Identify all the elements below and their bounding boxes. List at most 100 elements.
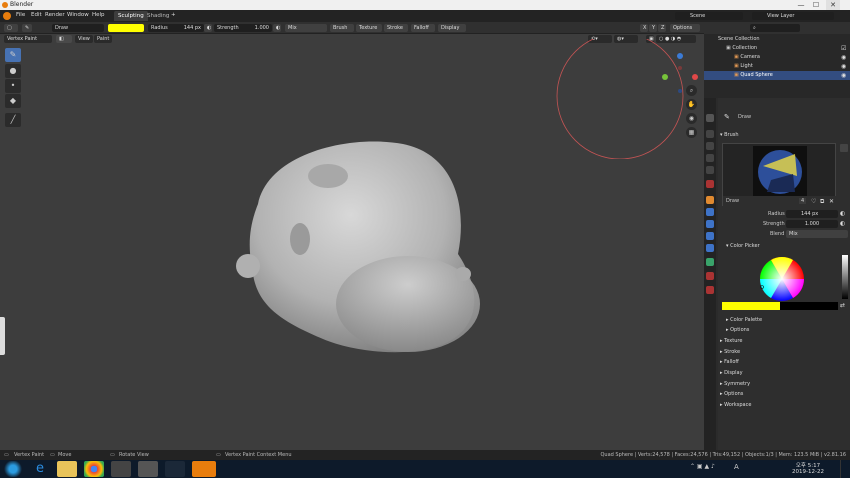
view-menu[interactable]: View bbox=[75, 35, 93, 43]
panel-stroke[interactable]: ▸ Stroke bbox=[720, 349, 740, 355]
menu-render[interactable]: Render bbox=[45, 12, 65, 18]
panel-symmetry[interactable]: ▸ Symmetry bbox=[720, 381, 750, 387]
duplicate-icon[interactable]: ⧉ bbox=[820, 198, 824, 206]
scene-collection-row[interactable]: Scene Collection bbox=[718, 35, 850, 44]
brush-preview-box[interactable]: Draw 4 ♡ ⧉ ✕ bbox=[722, 143, 837, 206]
panel-texture[interactable]: ▸ Texture bbox=[720, 338, 742, 344]
quad-sphere-mesh[interactable] bbox=[228, 134, 488, 359]
menu-help[interactable]: Help bbox=[92, 12, 105, 18]
brush-menu[interactable]: Brush bbox=[330, 24, 354, 32]
internet-explorer-icon[interactable]: e bbox=[30, 461, 50, 477]
gizmo-x-axis[interactable] bbox=[692, 74, 698, 80]
collection-checkbox-icon[interactable]: ☑ bbox=[841, 45, 846, 52]
primary-color-swatch[interactable] bbox=[722, 302, 780, 310]
output-tab-icon[interactable] bbox=[706, 142, 714, 150]
color-palette-header[interactable]: ▸ Color Palette bbox=[726, 317, 762, 323]
file-explorer-icon[interactable] bbox=[57, 461, 77, 477]
panel-workspace[interactable]: ▸ Workspace bbox=[720, 402, 751, 408]
blend-dropdown[interactable]: Mix bbox=[285, 24, 327, 32]
draw-tool-icon[interactable]: ✎ bbox=[5, 48, 21, 62]
axis-x-toggle[interactable]: X bbox=[640, 24, 648, 32]
world-tab-icon[interactable] bbox=[706, 180, 714, 188]
color-wheel[interactable] bbox=[758, 255, 806, 303]
texture-tab-icon[interactable] bbox=[706, 286, 714, 294]
options-menu[interactable]: Options bbox=[670, 24, 700, 32]
editor-type-icon[interactable]: ▢ bbox=[4, 24, 18, 32]
steam-icon[interactable] bbox=[165, 461, 185, 477]
menu-window[interactable]: Window bbox=[67, 12, 89, 18]
blur-tool-icon[interactable]: ● bbox=[5, 64, 21, 78]
panel-falloff[interactable]: ▸ Falloff bbox=[720, 359, 739, 365]
blend-dropdown[interactable]: Mix bbox=[786, 230, 848, 238]
material-tab-icon[interactable] bbox=[706, 272, 714, 280]
outliner-row-light[interactable]: ▣ Light bbox=[734, 62, 850, 71]
secondary-color-swatch[interactable] bbox=[780, 302, 838, 310]
radius-field[interactable]: Radius 144 px bbox=[148, 24, 204, 32]
color-picker-header[interactable]: ▾ Color Picker bbox=[726, 243, 760, 249]
particles-tab-icon[interactable] bbox=[706, 220, 714, 228]
panel-display[interactable]: ▸ Display bbox=[720, 370, 743, 376]
tab-shading[interactable]: Shading bbox=[143, 11, 173, 21]
system-tray-icons[interactable]: ⌃ ▣ ▲ ♪ bbox=[690, 463, 715, 470]
outliner-row-quad-sphere[interactable]: ▣ Quad Sphere bbox=[704, 71, 850, 80]
3d-viewport[interactable]: Vertex Paint ◧ View Paint ⟲▾ ◍▾ ▣ ○ ● ◑ … bbox=[0, 34, 704, 450]
brush-name-field[interactable]: Draw bbox=[52, 24, 104, 32]
value-slider[interactable] bbox=[842, 255, 848, 299]
scene-tab-icon[interactable] bbox=[706, 166, 714, 174]
mode-selector[interactable]: Vertex Paint bbox=[4, 35, 52, 43]
annotate-tool-icon[interactable]: ╱ bbox=[5, 113, 21, 127]
falloff-menu[interactable]: Falloff bbox=[411, 24, 435, 32]
strength-value-field[interactable]: 1.000 bbox=[786, 220, 838, 228]
data-tab-icon[interactable] bbox=[706, 258, 714, 266]
axis-z-toggle[interactable]: Z bbox=[658, 24, 666, 32]
visibility-icon[interactable]: ◉ bbox=[841, 72, 846, 79]
smear-tool-icon[interactable]: ◆ bbox=[5, 94, 21, 108]
physics-tab-icon[interactable] bbox=[706, 232, 714, 240]
swap-colors-icon[interactable]: ⇄ bbox=[840, 302, 845, 309]
outliner-search-input[interactable]: ⌕ bbox=[750, 24, 800, 32]
menu-edit[interactable]: Edit bbox=[31, 12, 42, 18]
blender-menu-icon[interactable] bbox=[3, 12, 11, 20]
input-language-indicator[interactable]: A bbox=[734, 463, 739, 471]
visibility-icon[interactable]: ◉ bbox=[841, 63, 846, 70]
strength-pressure-icon[interactable]: ◐ bbox=[273, 24, 281, 32]
menu-file[interactable]: File bbox=[16, 12, 25, 18]
strength-pressure-icon[interactable]: ◐ bbox=[840, 220, 845, 227]
panel-options[interactable]: ▸ Options bbox=[720, 391, 743, 397]
scene-selector[interactable]: Scene bbox=[675, 12, 743, 20]
paint-menu[interactable]: Paint bbox=[94, 35, 112, 43]
brush-datablock-name[interactable]: Draw bbox=[726, 198, 739, 204]
radius-value-field[interactable]: 144 px bbox=[786, 210, 838, 218]
brush-section-header[interactable]: ▾ Brush bbox=[720, 132, 739, 138]
object-tab-icon[interactable] bbox=[706, 196, 714, 204]
brush-specials-icon[interactable] bbox=[840, 144, 848, 152]
show-desktop-button[interactable] bbox=[840, 460, 850, 478]
constraints-tab-icon[interactable] bbox=[706, 244, 714, 252]
maximize-button[interactable]: ☐ bbox=[809, 0, 823, 10]
sidebar-toggle-handle[interactable] bbox=[0, 317, 5, 355]
axis-y-toggle[interactable]: Y bbox=[649, 24, 657, 32]
display-menu[interactable]: Display bbox=[438, 24, 466, 32]
average-tool-icon[interactable]: • bbox=[5, 79, 21, 93]
view-layer-selector[interactable]: View Layer bbox=[752, 12, 834, 20]
outliner-row-collection[interactable]: ▣ Collection bbox=[726, 44, 850, 53]
mask-toggle[interactable]: ◧ bbox=[56, 35, 72, 43]
fake-user-icon[interactable]: ♡ bbox=[811, 198, 816, 205]
brush-options-header[interactable]: ▸ Options bbox=[726, 327, 749, 333]
blender-taskbar-icon[interactable] bbox=[192, 461, 216, 477]
clock[interactable]: 오후 5:17 2019-12-22 bbox=[790, 461, 826, 475]
radius-pressure-icon[interactable]: ◐ bbox=[204, 24, 212, 32]
radius-pressure-icon[interactable]: ◐ bbox=[840, 210, 845, 217]
app-icon[interactable] bbox=[138, 461, 158, 477]
strength-field[interactable]: Strength 1.000 bbox=[214, 24, 272, 32]
texture-menu[interactable]: Texture bbox=[356, 24, 382, 32]
outliner-row-camera[interactable]: ▣ Camera bbox=[734, 53, 850, 62]
view-layer-tab-icon[interactable] bbox=[706, 154, 714, 162]
visibility-icon[interactable]: ◉ bbox=[841, 54, 846, 61]
chrome-icon[interactable] bbox=[84, 461, 104, 477]
unlink-icon[interactable]: ✕ bbox=[829, 198, 834, 205]
app-icon[interactable] bbox=[111, 461, 131, 477]
minimize-button[interactable]: — bbox=[794, 0, 808, 10]
close-button[interactable]: ✕ bbox=[826, 0, 840, 10]
tool-tab-icon[interactable] bbox=[706, 114, 714, 122]
